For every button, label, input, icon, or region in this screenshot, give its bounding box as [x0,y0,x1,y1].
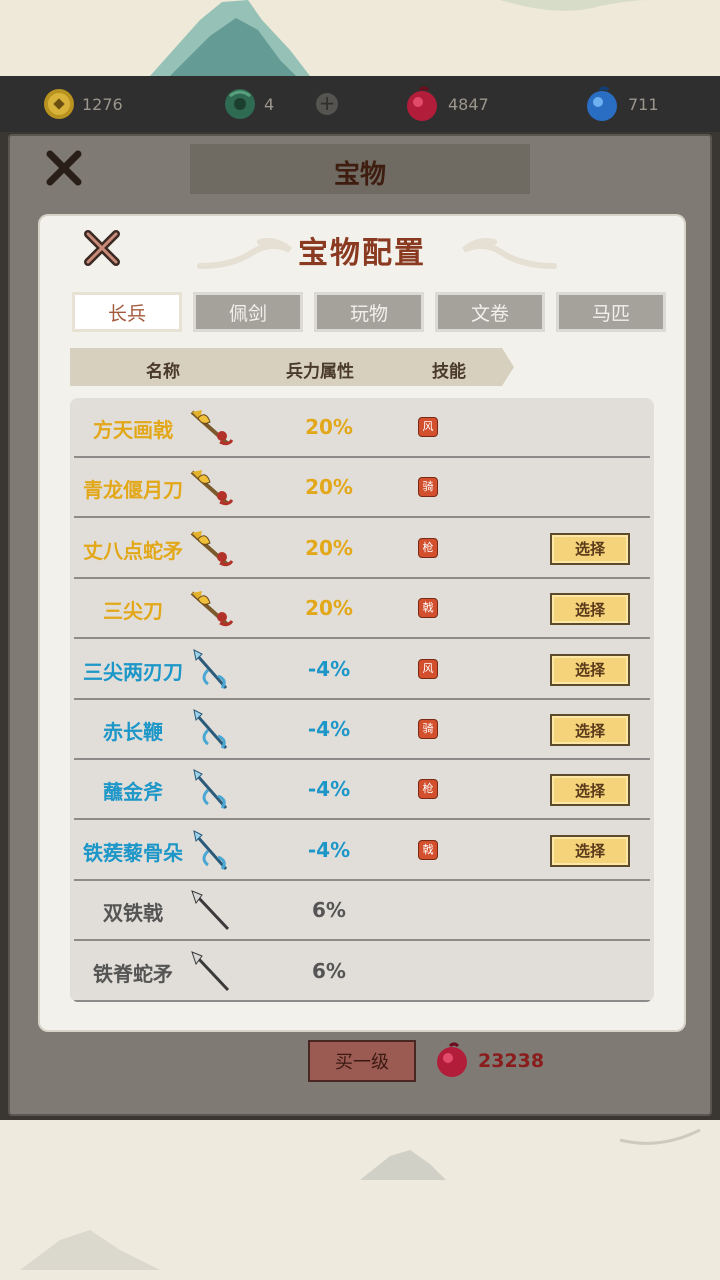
treasure-name: 三尖刀 [103,599,163,624]
tab-long-weapon[interactable]: 长兵 [72,292,182,332]
red-gourd-icon [437,1042,467,1077]
tab-trinket[interactable]: 玩物 [314,292,424,332]
treasure-row: 三尖两刃刀 -4% 风 选择 [70,640,654,700]
select-button[interactable]: 选择 [550,714,630,746]
header-skill: 技能 [432,362,466,382]
skill-icon: 戟 [418,598,438,619]
blue-gourd-resource: 711 [582,76,659,132]
header-arrow [502,348,514,386]
jade-count: 4 [264,94,275,114]
select-button[interactable]: 选择 [550,653,630,686]
buy-cost: 23238 [478,1050,545,1072]
select-button[interactable]: 选择 [550,774,630,807]
trident-icon [188,829,236,873]
outer-title-banner: 宝物 [190,144,530,194]
treasure-row: 三尖刀 20% 戟 选择 [70,579,654,640]
bottom-landscape [0,1120,720,1280]
treasure-list: 方天画戟 20% 风青龙偃月刀 20% 骑丈八点蛇矛 20% 枪选择 三尖刀 20% 戟选择 三尖两… [70,398,654,1002]
treasure-name: 蘸金斧 [103,780,163,805]
trident-icon [188,768,236,812]
tab-sword[interactable]: 佩剑 [193,292,303,332]
select-button[interactable]: 选择 [550,532,630,565]
tab-horse[interactable]: 马匹 [556,292,666,332]
troop-attribute-value: 20% [305,415,353,439]
trident-icon [188,708,236,752]
mountain-illustration [20,1128,701,1270]
troop-attribute-value: -4% [307,717,351,741]
troop-attribute-value: 6% [312,958,346,983]
trident-icon [188,648,236,692]
top-landscape [0,0,720,76]
treasure-row: 方天画戟 20% 风 [70,398,654,458]
treasure-row: 丈八点蛇矛 20% 枪 选择 [70,519,654,579]
category-tabs: 长兵 佩剑 玩物 文卷 马匹 [72,292,666,332]
coin-count: 1276 [82,94,123,114]
skill-icon: 风 [418,658,438,679]
troop-attribute-value: -4% [307,656,351,681]
treasure-row: 青龙偃月刀 20% 骑 [70,458,654,519]
treasure-row: 赤长鞭 -4% 骑 选择 [70,700,654,760]
skill-icon: 骑 [418,719,438,739]
row-divider [74,999,650,1002]
resource-bar: 1276 4 + 4847 711 [0,76,720,132]
skill-icon: 枪 [418,779,438,800]
treasure-row: 蘸金斧 -4% 枪 选择 [70,760,654,821]
troop-attribute-value: 20% [305,475,353,500]
select-button[interactable]: 选择 [550,593,630,626]
jade-dragon-icon [225,89,255,119]
buy-bar: 买一级 23238 [0,1036,720,1088]
header-name: 名称 [146,362,180,382]
blue-gourd-count: 711 [628,94,659,114]
treasure-name: 三尖两刃刀 [83,659,183,684]
troop-attribute-value: 20% [305,535,353,560]
treasure-config-dialog: 宝物配置 长兵 佩剑 玩物 文卷 马匹 名称 兵力属性 技能 方天画戟 20% 风青… [40,216,684,1030]
red-gourd-icon [407,86,437,121]
ornate-halberd-icon [188,466,236,510]
tab-scroll[interactable]: 文卷 [435,292,545,332]
skill-icon: 枪 [418,537,438,558]
ornate-halberd-icon [188,587,236,631]
red-gourd-resource: 4847 [402,76,489,132]
treasure-name: 双铁戟 [103,901,163,926]
add-jade-button[interactable]: + [316,93,339,115]
cloud-ornament-right-icon [462,238,557,269]
spear-icon [188,889,236,933]
mountain-illustration [150,0,650,76]
buy-level-button[interactable]: 买一级 [308,1040,416,1082]
skill-icon: 骑 [418,477,438,498]
outer-panel-title: 宝物 [333,160,386,190]
ornate-halberd-icon [188,406,236,450]
treasure-row: 双铁戟 6% [70,881,654,942]
troop-attribute-value: -4% [307,837,351,862]
treasure-name: 青龙偃月刀 [83,478,183,503]
treasure-row: 铁蒺藜骨朵 -4% 戟 选择 [70,821,654,881]
select-button[interactable]: 选择 [550,834,630,867]
skill-icon: 戟 [418,839,438,860]
column-header: 名称 兵力属性 技能 [70,348,502,386]
treasure-name: 方天画戟 [93,418,173,442]
troop-attribute-value: -4% [307,777,351,802]
treasure-name: 铁蒺藜骨朵 [83,840,183,865]
skill-icon: 风 [418,417,438,437]
jade-resource: 4 + [222,76,339,132]
coin-resource: 1276 [42,76,123,132]
red-gourd-count: 4847 [448,94,489,114]
outer-close-icon[interactable] [44,148,84,188]
treasure-row: 铁脊蛇矛 6% [70,942,654,1002]
blue-gourd-icon [587,86,617,121]
treasure-name: 赤长鞭 [103,720,163,744]
coin-icon [44,89,74,119]
treasure-name: 铁脊蛇矛 [93,961,173,986]
header-attr: 兵力属性 [286,362,354,382]
spear-icon [188,950,236,994]
ornate-halberd-icon [188,527,236,571]
dialog-title: 宝物配置 [298,236,426,271]
troop-attribute-value: 20% [305,596,353,621]
troop-attribute-value: 6% [312,898,346,923]
treasure-name: 丈八点蛇矛 [83,538,183,563]
